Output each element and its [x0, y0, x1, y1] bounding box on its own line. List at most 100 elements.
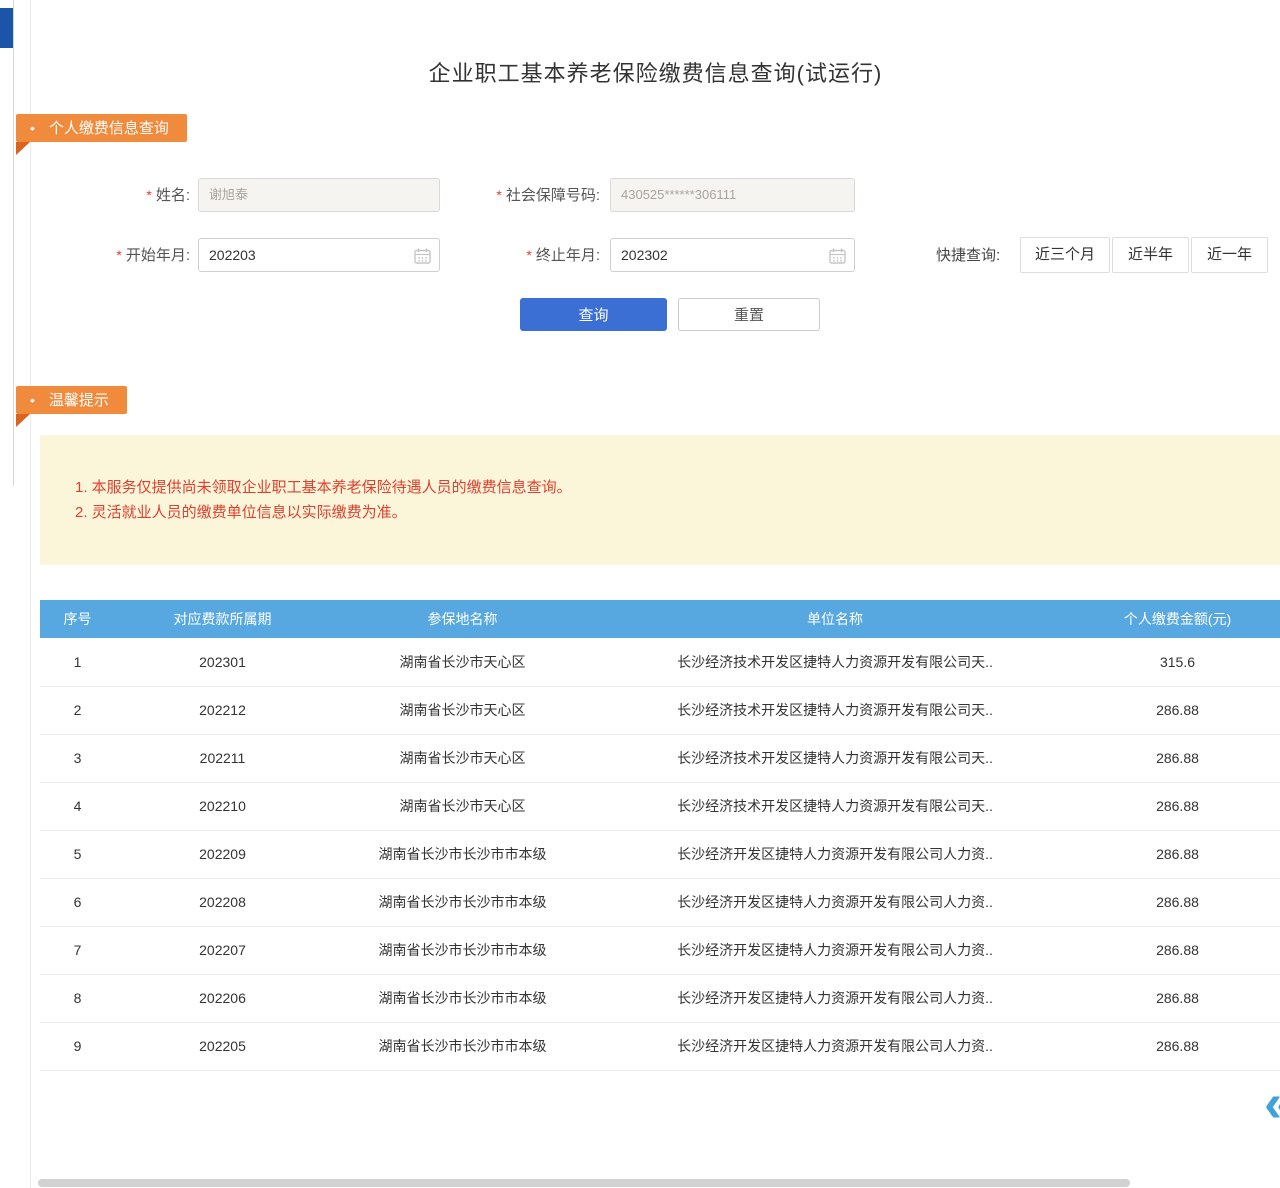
table-cell: 长沙经济开发区捷特人力资源开发有限公司人力资.. [595, 830, 1075, 878]
tip-line-1: 1. 本服务仅提供尚未领取企业职工基本养老保险待遇人员的缴费信息查询。 [75, 475, 1280, 500]
table-cell: 286.88 [1075, 686, 1280, 734]
table-cell: 202209 [115, 830, 330, 878]
quick-button-halfyear[interactable]: 近半年 [1112, 237, 1189, 273]
table-cell: 9 [40, 1022, 115, 1070]
table-cell: 湖南省长沙市天心区 [330, 638, 595, 686]
quick-query-label: 快捷查询: [936, 238, 1000, 274]
table-cell: 7 [40, 926, 115, 974]
page-title: 企业职工基本养老保险缴费信息查询(试运行) [31, 56, 1280, 88]
table-cell: 湖南省长沙市长沙市市本级 [330, 974, 595, 1022]
col-header-period: 对应费款所属期 [115, 600, 330, 638]
table-cell: 286.88 [1075, 1022, 1280, 1070]
table-cell: 202207 [115, 926, 330, 974]
table-cell: 286.88 [1075, 974, 1280, 1022]
required-asterisk: * [146, 187, 151, 203]
required-asterisk: * [116, 247, 121, 263]
table-cell: 湖南省长沙市长沙市市本级 [330, 1022, 595, 1070]
payment-records-table: 序号 对应费款所属期 参保地名称 单位名称 个人缴费金额(元) 1202301湖… [40, 600, 1280, 1071]
table-row: 8202206湖南省长沙市长沙市市本级长沙经济开发区捷特人力资源开发有限公司人力… [40, 974, 1280, 1022]
table-cell: 6 [40, 878, 115, 926]
col-header-employer: 单位名称 [595, 600, 1075, 638]
name-label: *姓名: [40, 178, 190, 213]
sidebar-divider [13, 0, 14, 486]
sidebar-active-marker[interactable] [0, 8, 14, 48]
calendar-icon[interactable] [829, 248, 846, 264]
table-row: 7202207湖南省长沙市长沙市市本级长沙经济开发区捷特人力资源开发有限公司人力… [40, 926, 1280, 974]
table-cell: 3 [40, 734, 115, 782]
calendar-icon[interactable] [414, 248, 431, 264]
ssn-label: *社会保障号码: [450, 178, 600, 213]
badge-fold-decoration [16, 414, 30, 427]
start-month-label: *开始年月: [40, 238, 190, 273]
table-cell: 湖南省长沙市天心区 [330, 782, 595, 830]
table-cell: 286.88 [1075, 830, 1280, 878]
table-cell: 长沙经济开发区捷特人力资源开发有限公司人力资.. [595, 1022, 1075, 1070]
table-cell: 202211 [115, 734, 330, 782]
end-month-label: *终止年月: [450, 238, 600, 273]
table-cell: 286.88 [1075, 926, 1280, 974]
table-cell: 长沙经济技术开发区捷特人力资源开发有限公司天.. [595, 686, 1075, 734]
required-asterisk: * [496, 187, 501, 203]
section-badge-query: • 个人缴费信息查询 [16, 114, 187, 142]
table-cell: 202301 [115, 638, 330, 686]
table-cell: 286.88 [1075, 734, 1280, 782]
table-cell: 202210 [115, 782, 330, 830]
table-cell: 4 [40, 782, 115, 830]
col-header-region: 参保地名称 [330, 600, 595, 638]
col-header-amount: 个人缴费金额(元) [1075, 600, 1280, 638]
table-row: 3202211湖南省长沙市天心区长沙经济技术开发区捷特人力资源开发有限公司天..… [40, 734, 1280, 782]
table-cell: 202208 [115, 878, 330, 926]
table-row: 5202209湖南省长沙市长沙市市本级长沙经济开发区捷特人力资源开发有限公司人力… [40, 830, 1280, 878]
table-cell: 202206 [115, 974, 330, 1022]
table-header: 序号 对应费款所属期 参保地名称 单位名称 个人缴费金额(元) [40, 600, 1280, 638]
table-cell: 长沙经济开发区捷特人力资源开发有限公司人力资.. [595, 974, 1075, 1022]
section-badge-query-label: 个人缴费信息查询 [49, 120, 169, 137]
horizontal-scrollbar[interactable] [38, 1179, 1130, 1187]
section-badge-tips-label: 温馨提示 [49, 392, 109, 409]
quick-button-3months[interactable]: 近三个月 [1020, 237, 1110, 273]
table-cell: 长沙经济技术开发区捷特人力资源开发有限公司天.. [595, 638, 1075, 686]
col-header-index: 序号 [40, 600, 115, 638]
table-cell: 202212 [115, 686, 330, 734]
collapse-chevron-icon[interactable]: « [1264, 1078, 1280, 1128]
start-month-field[interactable]: 202203 [198, 238, 440, 272]
table-body: 1202301湖南省长沙市天心区长沙经济技术开发区捷特人力资源开发有限公司天..… [40, 638, 1280, 1070]
page: 企业职工基本养老保险缴费信息查询(试运行) • 个人缴费信息查询 *姓名: 谢旭泰… [0, 0, 1280, 1188]
section-badge-tips: • 温馨提示 [16, 386, 127, 414]
name-field[interactable]: 谢旭泰 [198, 178, 440, 212]
table-row: 6202208湖南省长沙市长沙市市本级长沙经济开发区捷特人力资源开发有限公司人力… [40, 878, 1280, 926]
table-cell: 长沙经济技术开发区捷特人力资源开发有限公司天.. [595, 782, 1075, 830]
tips-panel: 1. 本服务仅提供尚未领取企业职工基本养老保险待遇人员的缴费信息查询。 2. 灵… [40, 435, 1280, 565]
collapsed-sidebar [0, 0, 30, 1188]
table-row: 9202205湖南省长沙市长沙市市本级长沙经济开发区捷特人力资源开发有限公司人力… [40, 1022, 1280, 1070]
table-cell: 315.6 [1075, 638, 1280, 686]
table-cell: 长沙经济开发区捷特人力资源开发有限公司人力资.. [595, 878, 1075, 926]
table-row: 4202210湖南省长沙市天心区长沙经济技术开发区捷特人力资源开发有限公司天..… [40, 782, 1280, 830]
table-cell: 长沙经济开发区捷特人力资源开发有限公司人力资.. [595, 926, 1075, 974]
query-button[interactable]: 查询 [520, 298, 667, 331]
badge-fold-decoration [16, 142, 30, 155]
table-row: 1202301湖南省长沙市天心区长沙经济技术开发区捷特人力资源开发有限公司天..… [40, 638, 1280, 686]
reset-button[interactable]: 重置 [678, 298, 820, 331]
ssn-field[interactable]: 430525******306111 [610, 178, 855, 212]
bullet-icon: • [30, 114, 35, 142]
table-cell: 8 [40, 974, 115, 1022]
quick-button-oneyear[interactable]: 近一年 [1191, 237, 1268, 273]
table-cell: 湖南省长沙市长沙市市本级 [330, 926, 595, 974]
table-cell: 1 [40, 638, 115, 686]
table-cell: 286.88 [1075, 782, 1280, 830]
tip-line-2: 2. 灵活就业人员的缴费单位信息以实际缴费为准。 [75, 500, 1280, 525]
table-cell: 286.88 [1075, 878, 1280, 926]
table-cell: 湖南省长沙市长沙市市本级 [330, 878, 595, 926]
table-cell: 湖南省长沙市天心区 [330, 686, 595, 734]
table-cell: 202205 [115, 1022, 330, 1070]
end-month-field[interactable]: 202302 [610, 238, 855, 272]
table-cell: 湖南省长沙市长沙市市本级 [330, 830, 595, 878]
bullet-icon: • [30, 386, 35, 414]
required-asterisk: * [526, 247, 531, 263]
table-row: 2202212湖南省长沙市天心区长沙经济技术开发区捷特人力资源开发有限公司天..… [40, 686, 1280, 734]
table-cell: 长沙经济技术开发区捷特人力资源开发有限公司天.. [595, 734, 1075, 782]
table-cell: 2 [40, 686, 115, 734]
table-cell: 湖南省长沙市天心区 [330, 734, 595, 782]
table-cell: 5 [40, 830, 115, 878]
